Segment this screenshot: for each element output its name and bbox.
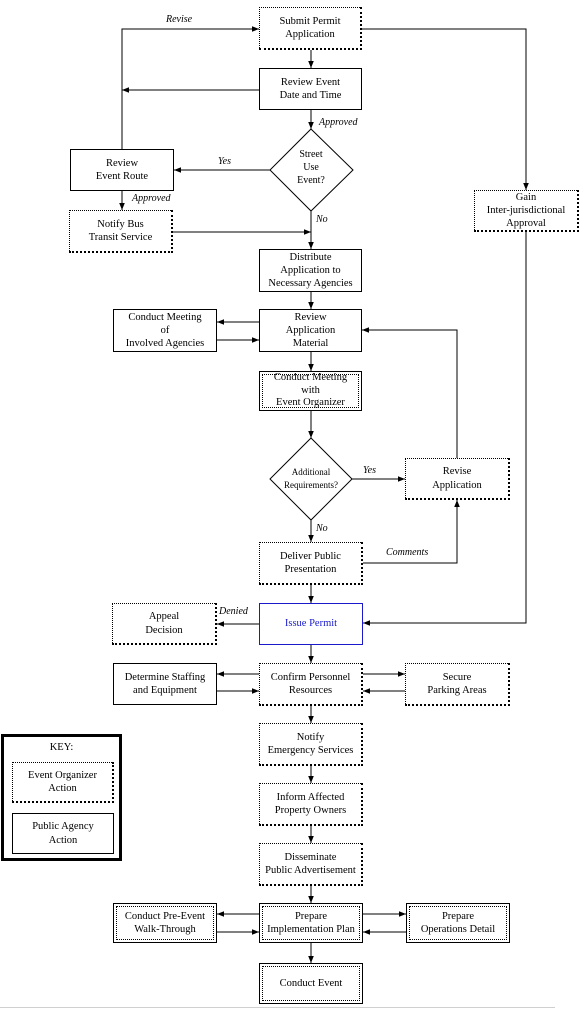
node-meeting-agencies[interactable]: Conduct Meeting of Involved Agencies <box>113 309 217 352</box>
connector-gain-approval-to-issue-permit <box>363 232 527 626</box>
node-deliver-presentation[interactable]: Deliver Public Presentation <box>259 542 363 585</box>
node-conduct-event[interactable]: Conduct Event <box>259 963 363 1004</box>
node-review-material[interactable]: Review Application Material <box>259 309 362 352</box>
node-revise-application[interactable]: Revise Application <box>405 458 510 500</box>
node-inform-owners[interactable]: Inform Affected Property Owners <box>259 783 363 826</box>
node-gain-approval[interactable]: Gain Inter-jurisdictional Approval <box>474 190 579 232</box>
node-pre-event-walk[interactable]: Conduct Pre-Event Walk-Through <box>113 903 217 943</box>
node-appeal[interactable]: Appeal Decision <box>112 603 217 645</box>
connector-submit-permit-to-gain-approval <box>362 28 529 190</box>
node-notify-bus[interactable]: Notify Bus Transit Service <box>69 210 173 253</box>
node-secure-parking[interactable]: Secure Parking Areas <box>405 663 510 706</box>
node-disseminate[interactable]: Disseminate Public Advertisement <box>259 843 363 886</box>
edge-label-no-1: No <box>316 214 328 225</box>
edge-label-yes-1: Yes <box>218 156 231 167</box>
node-notify-emergency[interactable]: Notify Emergency Services <box>259 723 363 766</box>
flowchart: Submit Permit Application Review Event D… <box>0 0 580 1009</box>
legend-key: KEY: Event Organizer Action Public Agenc… <box>1 734 122 861</box>
edge-label-revise: Revise <box>166 14 193 25</box>
legend-title: KEY: <box>49 742 74 753</box>
node-review-date[interactable]: Review Event Date and Time <box>259 68 362 110</box>
node-issue-permit[interactable]: Issue Permit <box>259 603 363 645</box>
node-implementation-plan[interactable]: Prepare Implementation Plan <box>259 903 363 943</box>
decision-additional-requirements[interactable]: Additional Requirements? <box>276 466 346 492</box>
node-submit-permit[interactable]: Submit Permit Application <box>259 7 362 50</box>
node-meeting-organizer[interactable]: Conduct Meeting with Event Organizer <box>259 371 362 411</box>
edge-label-yes-2: Yes <box>363 465 376 476</box>
connector-review-route-to-submit-permit <box>121 26 259 149</box>
legend-event-organizer: Event Organizer Action <box>12 762 114 803</box>
decision-street-use[interactable]: Street Use Event? <box>281 148 341 187</box>
bottom-divider <box>0 1007 555 1008</box>
edge-label-no-2: No <box>316 523 328 534</box>
node-distribute[interactable]: Distribute Application to Necessary Agen… <box>259 249 362 292</box>
edge-label-approved-1: Approved <box>319 117 358 128</box>
legend-public-agency: Public Agency Action <box>12 813 114 854</box>
connector-revise-application-to-review-material <box>362 327 458 458</box>
node-review-route[interactable]: Review Event Route <box>70 149 174 191</box>
node-confirm-personnel[interactable]: Confirm Personnel Resources <box>259 663 363 706</box>
edge-label-approved-2: Approved <box>132 193 171 204</box>
edge-label-comments: Comments <box>386 547 429 558</box>
node-determine-staffing[interactable]: Determine Staffing and Equipment <box>113 663 217 705</box>
node-operations-detail[interactable]: Prepare Operations Detail <box>406 903 510 943</box>
edge-label-denied: Denied <box>219 606 248 617</box>
